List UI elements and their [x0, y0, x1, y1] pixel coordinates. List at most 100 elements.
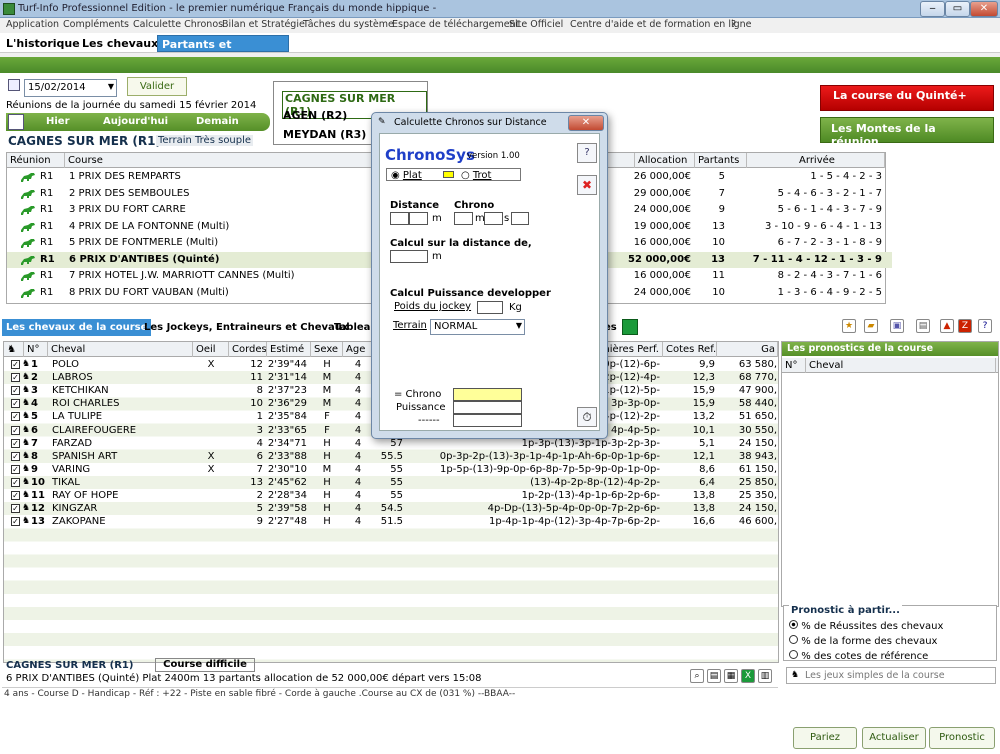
montes-button[interactable]: Les Montes de la réunion: [820, 117, 994, 148]
terrain-select[interactable]: NORMAL ▼: [430, 319, 525, 335]
calendar-icon[interactable]: [8, 79, 20, 91]
chrono-tenth-input[interactable]: [511, 212, 529, 225]
col-oeil[interactable]: Oeil: [193, 342, 229, 357]
radio-unchecked[interactable]: [789, 635, 798, 644]
pron-col-cheval[interactable]: Cheval: [806, 358, 996, 373]
horse-row[interactable]: ✓ ♞ 9 VARING X 7 2'30"10 M 4 55 1p-5p-(13)-9p-0p-6…: [4, 463, 782, 476]
z-icon[interactable]: Z: [958, 319, 972, 333]
menu-site[interactable]: Site Officiel: [509, 19, 563, 30]
chrono-min-input[interactable]: [454, 212, 473, 225]
horse-checkbox[interactable]: ✓: [11, 399, 20, 409]
doc2-icon[interactable]: ▦: [724, 669, 738, 683]
horse-checkbox[interactable]: ✓: [11, 491, 20, 500]
jeux-simples-field[interactable]: ♞ Les jeux simples de la course: [786, 667, 996, 684]
pron-col-n[interactable]: N°: [782, 358, 806, 373]
option-forme[interactable]: % de la forme des chevaux: [789, 635, 937, 647]
calc-distance-input[interactable]: [390, 250, 428, 263]
date-select[interactable]: 15/02/2014 ▼: [24, 79, 117, 97]
option-reussites[interactable]: % de Réussites des chevaux: [789, 620, 943, 632]
folder-icon[interactable]: ▰: [864, 319, 878, 333]
horse-checkbox[interactable]: ✓: [11, 412, 20, 422]
tab-chevaux-course[interactable]: Les chevaux de la course: [2, 319, 152, 336]
bell-icon[interactable]: ▲: [940, 319, 954, 333]
excel-export-icon[interactable]: X: [741, 669, 755, 683]
menu-application[interactable]: Application: [6, 19, 59, 30]
search-icon[interactable]: ⌕: [690, 669, 704, 683]
copy-icon[interactable]: ▣: [890, 319, 904, 333]
col-cordes[interactable]: Cordes: [229, 342, 267, 357]
nav-aujourdhui[interactable]: Aujourd'hui: [103, 116, 168, 127]
chrono-sec-input[interactable]: [484, 212, 503, 225]
distance-input-2[interactable]: [409, 212, 428, 225]
maximize-button[interactable]: ▭: [945, 1, 970, 17]
tab-historique[interactable]: L'historique: [2, 35, 84, 52]
col-cheval[interactable]: Cheval: [48, 342, 193, 357]
horse-row[interactable]: ✓ ♞ 11 RAY OF HOPE 2 2'28"34 H 4 55 1p-2p-(13)-4p…: [4, 489, 782, 502]
validate-button[interactable]: Valider: [127, 77, 187, 96]
horse-row[interactable]: ✓ ♞ 13 ZAKOPANE 9 2'27"48 H 4 51.5 1p-4p-1p-4p-(1…: [4, 515, 782, 528]
poids-input[interactable]: [477, 301, 503, 314]
doc-icon[interactable]: ▤: [707, 669, 721, 683]
menu-telechargement[interactable]: Espace de téléchargement: [392, 19, 519, 30]
col-arrivee[interactable]: Arrivée: [747, 153, 885, 168]
horse-checkbox[interactable]: ✓: [11, 425, 20, 435]
tab-partants[interactable]: Partants et Pronostics: [157, 35, 289, 68]
radio-unchecked[interactable]: [789, 650, 798, 659]
horse-checkbox[interactable]: ✓: [11, 451, 20, 461]
list-icon[interactable]: [8, 114, 24, 130]
horse-checkbox[interactable]: ✓: [11, 517, 20, 527]
menu-taches[interactable]: Tâches du système: [303, 19, 394, 30]
quinte-button[interactable]: La course du Quinté+: [820, 85, 994, 111]
pariez-button[interactable]: Pariez: [793, 727, 857, 749]
help-icon[interactable]: ?: [577, 143, 597, 163]
radio-trot[interactable]: ○ Trot: [461, 170, 491, 181]
horse-poids: 55: [390, 463, 403, 475]
horse-row[interactable]: ✓ ♞ 12 KINGZAR 5 2'39"58 H 4 54.5 4p-Dp-(13)-5p-4…: [4, 502, 782, 515]
col-n[interactable]: N°: [24, 342, 48, 357]
col-gains[interactable]: Ga: [717, 342, 778, 357]
menu-complements[interactable]: Compléments: [63, 19, 129, 30]
reunion-item-r2[interactable]: AGEN (R2): [283, 109, 347, 122]
tab-jockeys[interactable]: Les Jockeys, Entraineurs et Chevaux: [140, 319, 352, 336]
horse-row[interactable]: ✓ ♞ 10 TIKAL 13 2'45"62 H 4 55 (13)-4p-2p-8p-(12)…: [4, 476, 782, 489]
horse-checkbox[interactable]: ✓: [11, 373, 20, 383]
close-button[interactable]: ✕: [970, 1, 998, 17]
dialog-close-button[interactable]: ✕: [568, 115, 604, 131]
option-cotes[interactable]: % des cotes de référence: [789, 650, 928, 662]
col-allocation[interactable]: Allocation: [635, 153, 695, 168]
distance-input-1[interactable]: [390, 212, 409, 225]
col-sexe[interactable]: Sexe: [311, 342, 343, 357]
radio-plat[interactable]: ◉ Plat: [391, 170, 422, 181]
actualiser-button[interactable]: Actualiser: [862, 727, 926, 749]
horse-checkbox[interactable]: ✓: [11, 504, 20, 514]
col-reunion[interactable]: Réunion: [7, 153, 65, 168]
excel-icon[interactable]: [622, 319, 638, 335]
menu-help[interactable]: ?: [731, 19, 736, 30]
star-icon[interactable]: ★: [842, 319, 856, 333]
col-cote[interactable]: Cotes Ref.: [663, 342, 717, 357]
pronostic-button[interactable]: Pronostic: [929, 727, 995, 749]
col-age[interactable]: Age: [343, 342, 373, 357]
print-icon[interactable]: ▤: [916, 319, 930, 333]
horse-checkbox[interactable]: ✓: [11, 477, 20, 487]
stopwatch-icon[interactable]: ⏱: [577, 407, 597, 427]
tab-chevaux[interactable]: Les chevaux: [78, 35, 162, 52]
nav-demain[interactable]: Demain: [196, 116, 239, 127]
col-partants[interactable]: Partants: [695, 153, 747, 168]
reunion-item-r3[interactable]: MEYDAN (R3): [283, 128, 366, 141]
horse-row[interactable]: ✓ ♞ 8 SPANISH ART X 6 2'33"88 H 4 55.5 0p-3p-2p-(1…: [4, 450, 782, 463]
menu-bilan[interactable]: Bilan et Stratégie: [222, 19, 305, 30]
horse-checkbox[interactable]: ✓: [11, 360, 20, 369]
radio-checked[interactable]: [789, 620, 798, 629]
menu-calculette[interactable]: Calculette Chronos: [133, 19, 223, 30]
horse-checkbox[interactable]: ✓: [11, 386, 20, 396]
minimize-button[interactable]: ‒: [920, 1, 945, 17]
printer-icon[interactable]: ▥: [758, 669, 772, 683]
horse-checkbox[interactable]: ✓: [11, 438, 20, 448]
nav-hier[interactable]: Hier: [46, 116, 70, 127]
col-estime[interactable]: Estimé: [267, 342, 311, 357]
horse-checkbox[interactable]: ✓: [11, 464, 20, 474]
delete-icon[interactable]: ✖: [577, 175, 597, 195]
help-icon[interactable]: ?: [978, 319, 992, 333]
menu-aide[interactable]: Centre d'aide et de formation en ligne: [570, 19, 752, 30]
